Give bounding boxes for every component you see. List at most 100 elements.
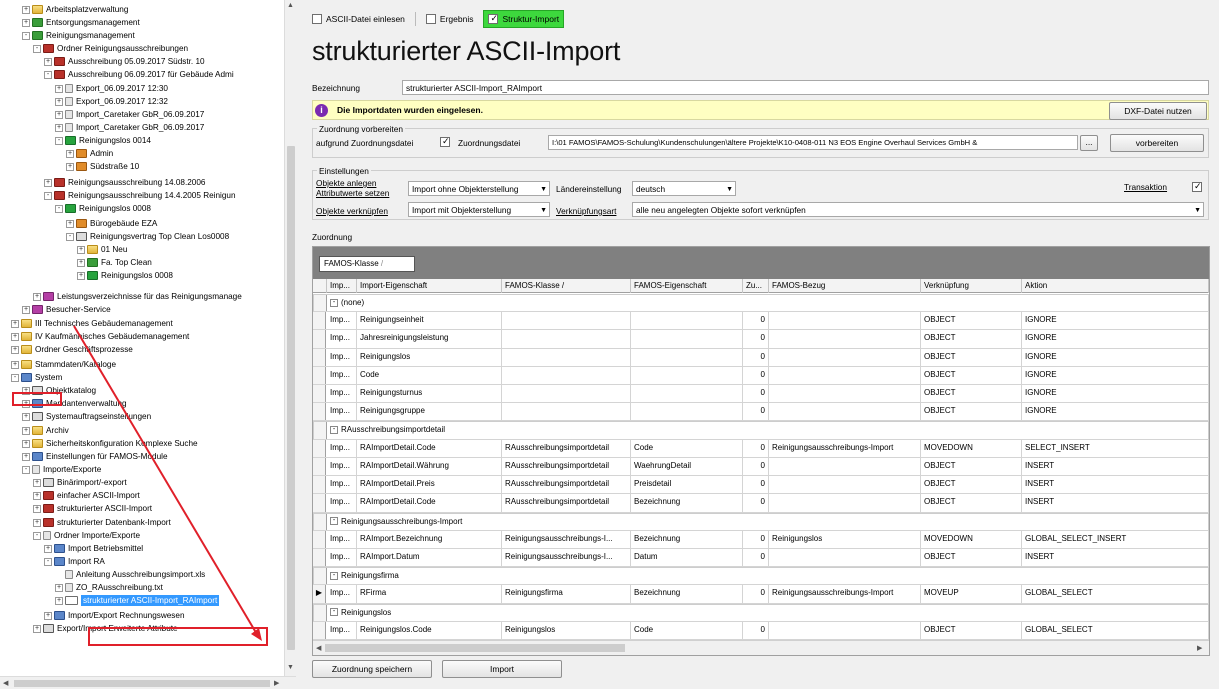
table-cell[interactable] — [769, 494, 921, 512]
table-cell[interactable]: INSERT — [1022, 457, 1209, 476]
tree-item[interactable]: - Reinigungslos 0008 — [55, 203, 151, 214]
table-cell[interactable]: Imp... — [327, 366, 357, 385]
table-cell[interactable]: OBJECT — [921, 457, 1022, 476]
scroll-left-icon[interactable]: ◀ — [316, 644, 321, 652]
table-cell[interactable]: Reinigungsausschreibungs-Import — [769, 439, 921, 457]
table-row[interactable]: Imp... RAImport.Datum Reinigungsausschreib… — [313, 548, 1209, 568]
tree-item[interactable]: + Ordner Geschäftsprozesse — [11, 344, 133, 355]
table-cell[interactable]: 0 — [743, 585, 769, 603]
table-cell[interactable] — [502, 366, 631, 385]
tree-item[interactable]: + Bürogebäude EZA — [66, 218, 157, 229]
expand-icon[interactable]: + — [33, 624, 41, 633]
table-cell[interactable] — [769, 548, 921, 567]
table-cell[interactable]: RAImportDetail.Code — [357, 494, 502, 512]
table-cell[interactable]: RAImport.Datum — [357, 548, 502, 567]
expand-icon[interactable]: + — [33, 518, 41, 527]
table-cell[interactable]: INSERT — [1022, 494, 1209, 512]
table-cell[interactable]: INSERT — [1022, 548, 1209, 567]
collapse-icon[interactable]: - — [22, 465, 30, 474]
tree-item[interactable]: + Einstellungen für FAMOS-Module — [22, 451, 168, 462]
table-cell[interactable]: IGNORE — [1022, 403, 1209, 421]
transaktion-checkbox[interactable] — [1192, 181, 1202, 192]
table-cell[interactable] — [769, 621, 921, 639]
row-selector[interactable] — [313, 366, 326, 385]
tree-item[interactable]: + Sicherheitskonfiguration Komplexe Suche — [22, 438, 198, 449]
column-header[interactable]: FAMOS-Eigenschaft — [631, 279, 743, 293]
table-cell[interactable]: IGNORE — [1022, 366, 1209, 385]
table-cell[interactable]: GLOBAL_SELECT_INSERT — [1022, 530, 1209, 548]
collapse-icon[interactable]: - — [44, 191, 52, 200]
table-cell[interactable] — [631, 330, 743, 348]
expand-icon[interactable]: + — [22, 452, 30, 461]
table-cell[interactable]: 0 — [743, 366, 769, 385]
tree-item[interactable]: + Import_Caretaker GbR_06.09.2017 — [55, 109, 204, 120]
tree-item[interactable]: - Reinigungslos 0014 — [55, 135, 151, 146]
table-cell[interactable]: Reinigungsturnus — [357, 385, 502, 403]
table-cell[interactable]: 0 — [743, 548, 769, 567]
table-cell[interactable] — [502, 385, 631, 403]
expand-icon[interactable]: + — [77, 271, 85, 280]
table-cell[interactable]: Code — [357, 366, 502, 385]
table-cell[interactable]: 0 — [743, 457, 769, 476]
expand-icon[interactable]: + — [66, 162, 74, 171]
row-selector[interactable] — [314, 568, 327, 585]
table-cell[interactable]: OBJECT — [921, 476, 1022, 494]
row-selector[interactable] — [314, 422, 327, 439]
row-selector[interactable] — [313, 494, 326, 512]
group-row[interactable]: - Reinigungsausschreibungs-Import — [313, 512, 1209, 531]
table-cell[interactable] — [769, 366, 921, 385]
tree-item[interactable]: + Besucher-Service — [22, 304, 111, 315]
row-selector[interactable] — [313, 385, 326, 403]
table-cell[interactable]: Imp... — [327, 330, 357, 348]
group-by-chip-famos-klasse[interactable]: FAMOS-Klasse / — [319, 256, 415, 272]
table-cell[interactable]: Jahresreinigungsleistung — [357, 330, 502, 348]
laendereinstellung-select[interactable]: deutsch ▼ — [632, 181, 736, 196]
row-selector[interactable] — [313, 476, 326, 494]
table-row[interactable]: Imp... Reinigungsgruppe 0 OBJECT IGNORE — [313, 403, 1209, 422]
table-cell[interactable]: GLOBAL_SELECT — [1022, 585, 1209, 603]
table-cell[interactable]: OBJECT — [921, 621, 1022, 639]
table-cell[interactable]: 0 — [743, 439, 769, 457]
table-cell[interactable]: RAImportDetail.Preis — [357, 476, 502, 494]
collapse-icon[interactable]: - — [44, 70, 52, 79]
table-cell[interactable]: MOVEDOWN — [921, 530, 1022, 548]
table-cell[interactable]: Reinigungsausschreibungs-I... — [502, 530, 631, 548]
table-cell[interactable] — [769, 476, 921, 494]
browse-button[interactable]: ... — [1080, 135, 1098, 151]
collapse-icon[interactable]: - — [330, 298, 338, 307]
table-cell[interactable]: OBJECT — [921, 330, 1022, 348]
column-header[interactable]: FAMOS-Bezug — [769, 279, 921, 293]
objekte-verknuepfen-select[interactable]: Import mit Objekterstellung ▼ — [408, 202, 550, 217]
expand-icon[interactable]: + — [55, 123, 63, 132]
expand-icon[interactable]: + — [55, 596, 63, 605]
table-cell[interactable]: Bezeichnung — [631, 494, 743, 512]
objekte-anlegen-select[interactable]: Import ohne Objekterstellung ▼ — [408, 181, 550, 196]
tree-item[interactable]: - Reinigungsmanagement — [22, 30, 135, 41]
table-cell[interactable]: Code — [631, 439, 743, 457]
table-cell[interactable]: SELECT_INSERT — [1022, 439, 1209, 457]
collapse-icon[interactable]: - — [55, 136, 63, 145]
collapse-icon[interactable]: - — [330, 572, 338, 581]
collapse-icon[interactable]: - — [44, 557, 52, 566]
table-cell[interactable] — [769, 348, 921, 366]
table-cell[interactable]: RAImportDetail.Code — [357, 439, 502, 457]
table-cell[interactable] — [502, 348, 631, 366]
row-selector[interactable] — [313, 403, 326, 421]
table-cell[interactable]: Reinigungsausschreibungs-I... — [502, 548, 631, 567]
expand-icon[interactable]: + — [22, 426, 30, 435]
table-cell[interactable]: 0 — [743, 348, 769, 366]
column-header[interactable]: Imp... — [327, 279, 357, 293]
expand-icon[interactable]: + — [77, 258, 85, 267]
group-row[interactable]: - Reinigungslos — [313, 603, 1209, 622]
expand-icon[interactable]: + — [55, 110, 63, 119]
tree-item[interactable]: + Admin — [66, 148, 113, 159]
table-row[interactable]: Imp... Reinigungslos.Code Reinigungslos Cod… — [313, 621, 1209, 640]
tree-item[interactable]: + IV Kaufmännisches Gebäudemanagement — [11, 331, 189, 342]
expand-icon[interactable]: + — [66, 219, 74, 228]
table-cell[interactable] — [631, 385, 743, 403]
expand-icon[interactable]: + — [44, 544, 52, 553]
table-cell[interactable]: Imp... — [327, 457, 357, 476]
tree-item[interactable]: + Import Betriebsmittel — [44, 543, 143, 554]
table-cell[interactable]: Reinigungseinheit — [357, 312, 502, 330]
table-cell[interactable] — [502, 403, 631, 421]
